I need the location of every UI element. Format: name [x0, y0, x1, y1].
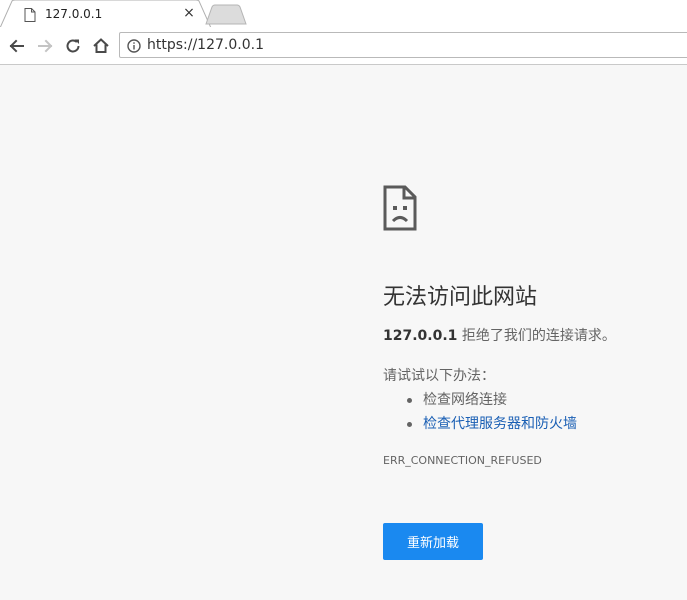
error-description-text: 拒绝了我们的连接请求。 — [457, 328, 616, 344]
error-description: 127.0.0.1 拒绝了我们的连接请求。 — [383, 325, 616, 345]
reload-icon[interactable] — [63, 36, 83, 56]
list-item: 检查网络连接 — [383, 388, 577, 412]
tab-title: 127.0.0.1 — [45, 7, 103, 21]
suggestion-check-network: 检查网络连接 — [423, 392, 507, 408]
sad-page-icon — [383, 185, 417, 231]
list-item: 检查代理服务器和防火墙 — [383, 412, 577, 436]
forward-arrow-icon[interactable] — [35, 36, 55, 56]
error-code: ERR_CONNECTION_REFUSED — [383, 454, 542, 467]
url-input[interactable] — [147, 36, 567, 54]
suggestion-list: 检查网络连接 检查代理服务器和防火墙 — [383, 388, 577, 436]
info-icon[interactable] — [127, 38, 141, 53]
close-icon[interactable]: × — [181, 5, 197, 21]
suggestion-check-proxy-link[interactable]: 检查代理服务器和防火墙 — [423, 416, 577, 432]
tab-active[interactable]: 127.0.0.1 × — [0, 0, 212, 28]
address-bar[interactable] — [119, 32, 687, 58]
page-icon — [24, 7, 36, 22]
back-arrow-icon[interactable] — [7, 36, 27, 56]
error-title: 无法访问此网站 — [383, 285, 538, 310]
error-host: 127.0.0.1 — [383, 328, 458, 344]
home-icon[interactable] — [91, 36, 111, 56]
tab-strip: 127.0.0.1 × — [0, 0, 687, 28]
try-label: 请试试以下办法： — [383, 368, 495, 384]
reload-button[interactable]: 重新加载 — [383, 523, 483, 560]
bullet-icon — [407, 422, 412, 427]
browser-window: 127.0.0.1 × https://127.0.0.1 无法访问此网站 12… — [0, 0, 687, 600]
bullet-icon — [407, 398, 412, 403]
new-tab-button[interactable] — [204, 4, 248, 28]
toolbar — [0, 28, 687, 65]
